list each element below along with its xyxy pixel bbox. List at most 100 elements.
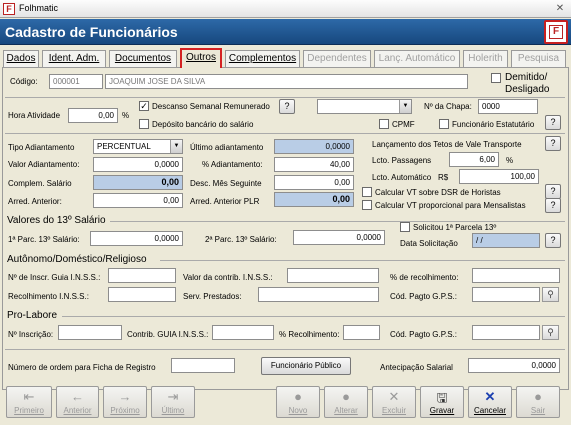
proximo-label: Próximo: [110, 406, 140, 415]
funcionario-publico-button[interactable]: Funcionário Público: [261, 357, 351, 375]
serv-prestados-field[interactable]: [258, 287, 379, 302]
tab-documentos[interactable]: Documentos: [109, 50, 177, 68]
complem-salario-field[interactable]: 0,00: [93, 175, 183, 190]
solicitou-checkbox[interactable]: [400, 222, 410, 232]
dsr-help-button[interactable]: ?: [279, 99, 295, 114]
deposito-label: Depósito bancário do salário: [152, 120, 254, 129]
pct-recolhimento-field[interactable]: [472, 268, 560, 283]
anterior-button[interactable]: ← Anterior: [56, 386, 99, 418]
tab-pesquisa: Pesquisa: [511, 50, 566, 68]
prolabore-cod-field[interactable]: [472, 325, 540, 340]
hora-atividade-label: Hora Atividade: [8, 111, 61, 120]
tab-outros[interactable]: Outros: [180, 48, 222, 68]
lcto-passagens-field[interactable]: 6,00: [449, 152, 499, 167]
codigo-field[interactable]: 000001: [49, 74, 103, 89]
deposito-checkbox[interactable]: [139, 119, 149, 129]
prolabore-cod-label: Cód. Pagto G.P.S.:: [390, 330, 458, 339]
arred-plr-field[interactable]: 0,00: [274, 192, 354, 207]
sair-label: Sair: [530, 406, 546, 415]
cancel-icon: ✕: [484, 389, 496, 404]
chapa-label: Nº da Chapa:: [424, 102, 472, 111]
tab-holerith: Holerith: [463, 50, 508, 68]
demitido-label: Demitido/ Desligado: [505, 72, 550, 95]
divider: [5, 97, 565, 98]
tab-dados[interactable]: Dados: [3, 50, 39, 68]
valor-adiantamento-field[interactable]: 0,0000: [93, 157, 183, 172]
prolabore-inscricao-field[interactable]: [58, 325, 122, 340]
complem-salario-label: Complem. Salário: [8, 179, 72, 188]
parcela2-field[interactable]: 0,0000: [293, 230, 385, 245]
dsr-checkbox[interactable]: ✓: [139, 101, 149, 111]
prolabore-section-title: Pro-Labore: [7, 310, 58, 321]
prolabore-inscricao-label: Nº Inscrição:: [8, 330, 54, 339]
first-record-icon: ⇤: [23, 389, 35, 404]
arred-anterior-field[interactable]: 0,00: [93, 193, 183, 208]
vt-dsr-help-button[interactable]: ?: [545, 184, 561, 199]
tab-ident-adm[interactable]: Ident. Adm.: [42, 50, 106, 68]
vt-prop-checkbox[interactable]: [362, 200, 372, 210]
exit-icon: ●: [534, 389, 542, 404]
proximo-button[interactable]: → Próximo: [103, 386, 147, 418]
alterar-button[interactable]: ● Alterar: [324, 386, 368, 418]
edit-icon: ●: [342, 389, 350, 404]
excluir-button[interactable]: ✕ Excluir: [372, 386, 416, 418]
close-icon[interactable]: ✕: [553, 2, 567, 15]
cpmf-checkbox[interactable]: [379, 119, 389, 129]
data-solicitacao-field[interactable]: / /: [472, 233, 540, 248]
previous-icon: ←: [71, 389, 84, 404]
ordem-ficha-label: Número de ordem para Ficha de Registro: [8, 363, 156, 372]
cpmf-label: CPMF: [392, 120, 415, 129]
data-solicitacao-label: Data Solicitação: [400, 239, 458, 248]
tipo-adiantamento-select[interactable]: PERCENTUAL ▼: [93, 139, 183, 154]
pct-recolhimento-label: % de recolhimento:: [390, 273, 459, 282]
ultimo-button[interactable]: ⇥ Último: [151, 386, 195, 418]
lcto-automatico-label: Lcto. Automático: [372, 173, 432, 182]
novo-button[interactable]: ● Novo: [276, 386, 320, 418]
window-title: Folhmatic: [19, 3, 59, 13]
lcto-automatico-field[interactable]: 100,00: [459, 169, 539, 184]
search-icon[interactable]: ⚲: [542, 287, 559, 302]
chevron-down-icon: ▼: [170, 140, 182, 153]
cancelar-button[interactable]: ✕ Cancelar: [468, 386, 512, 418]
new-icon: ●: [294, 389, 302, 404]
desc-mes-field[interactable]: 0,00: [274, 175, 354, 190]
delete-icon: ✕: [388, 389, 400, 404]
parcela1-field[interactable]: 0,0000: [90, 231, 183, 246]
sair-button[interactable]: ● Sair: [516, 386, 560, 418]
contrib-guia-field[interactable]: [212, 325, 274, 340]
demitido-checkbox[interactable]: [491, 73, 501, 83]
vt-dsr-checkbox[interactable]: [362, 187, 372, 197]
employee-name-field[interactable]: JOAQUIM JOSE DA SILVA: [105, 74, 468, 89]
tab-lanc-automatico: Lanç. Automático: [374, 50, 460, 68]
form-title: Cadastro de Funcionários: [5, 24, 178, 40]
inscr-guia-field[interactable]: [108, 268, 176, 283]
vt-help-button[interactable]: ?: [545, 136, 561, 151]
chapa-field[interactable]: 0000: [478, 99, 538, 114]
valor-contrib-field[interactable]: [287, 268, 379, 283]
vt-prop-label: Calcular VT proporcional para Mensalista…: [375, 201, 526, 210]
gravar-button[interactable]: 🖫 Gravar: [420, 386, 464, 418]
ultimo-adiantamento-field[interactable]: 0,0000: [274, 139, 354, 154]
tab-complementos[interactable]: Complementos: [225, 50, 300, 68]
estatutario-help-button[interactable]: ?: [545, 115, 561, 130]
vt-prop-help-button[interactable]: ?: [545, 198, 561, 213]
hora-atividade-field[interactable]: 0,00: [68, 108, 118, 123]
data-solicitacao-help-button[interactable]: ?: [545, 233, 561, 248]
dsr-select[interactable]: ▼: [317, 99, 412, 114]
alterar-label: Alterar: [334, 406, 358, 415]
cod-pagto-gps-field[interactable]: [472, 287, 540, 302]
antecipacao-field[interactable]: 0,0000: [468, 358, 560, 373]
inscr-guia-label: Nº de Inscr. Guia I.N.S.S.:: [8, 273, 101, 282]
lcto-passagens-label: Lcto. Passagens: [372, 156, 432, 165]
ordem-ficha-field[interactable]: [171, 358, 235, 373]
search-icon[interactable]: ⚲: [542, 325, 559, 340]
estatutario-checkbox[interactable]: [439, 119, 449, 129]
header-app-button[interactable]: F: [544, 20, 568, 44]
recolhimento-inss-field[interactable]: [108, 287, 176, 302]
parcela2-label: 2ª Parc. 13º Salário:: [205, 235, 277, 244]
hora-atividade-unit: %: [122, 111, 130, 120]
prolabore-pct-field[interactable]: [343, 325, 380, 340]
parcela1-label: 1ª Parc. 13º Salário:: [8, 235, 80, 244]
pct-adiantamento-field[interactable]: 40,00: [274, 157, 354, 172]
primeiro-button[interactable]: ⇤ Primeiro: [6, 386, 52, 418]
